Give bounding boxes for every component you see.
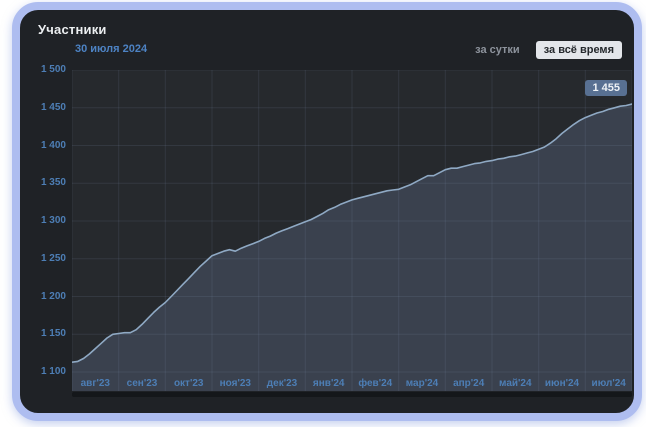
x-axis-tick: дек'23 bbox=[267, 378, 298, 389]
stats-panel: Участники 30 июля 2024 за сутки за всё в… bbox=[20, 10, 634, 413]
all-time-toggle[interactable]: за всё время bbox=[536, 41, 622, 59]
y-axis-tick: 1 400 bbox=[20, 139, 66, 153]
y-axis-tick: 1 450 bbox=[20, 101, 66, 115]
y-axis-tick: 1 500 bbox=[20, 63, 66, 77]
per-day-toggle[interactable]: за сутки bbox=[475, 44, 520, 56]
y-axis-tick: 1 350 bbox=[20, 176, 66, 190]
members-area-chart[interactable]: авг'23 сен'23 окт'23 ноя'23 дек'23 янв'24 фев'… bbox=[72, 70, 632, 391]
x-axis-tick: май'24 bbox=[499, 378, 532, 389]
x-axis-tick: авг'23 bbox=[81, 378, 111, 389]
selected-date-label: 30 июля 2024 bbox=[75, 43, 147, 55]
y-axis-tick: 1 150 bbox=[20, 327, 66, 341]
value-tooltip: 1 455 bbox=[585, 80, 627, 96]
x-axis-tick: сен'23 bbox=[127, 378, 158, 389]
x-axis-tick: янв'24 bbox=[313, 378, 345, 389]
x-axis-tick: апр'24 bbox=[453, 378, 485, 389]
y-axis-tick: 1 250 bbox=[20, 252, 66, 266]
chart-plot[interactable]: авг'23 сен'23 окт'23 ноя'23 дек'23 янв'24 фев'… bbox=[72, 70, 632, 391]
scroll-strip[interactable] bbox=[72, 392, 632, 397]
time-range-toolbar: за сутки за всё время bbox=[475, 41, 622, 59]
x-axis-tick: июн'24 bbox=[545, 378, 580, 389]
x-axis-tick: окт'23 bbox=[174, 378, 204, 389]
x-axis-tick: ноя'23 bbox=[220, 378, 252, 389]
y-axis-tick: 1 200 bbox=[20, 290, 66, 304]
y-axis: 1 500 1 450 1 400 1 350 1 300 1 250 1 200 1 150… bbox=[20, 10, 66, 413]
x-axis-tick: фев'24 bbox=[358, 377, 392, 389]
x-axis-tick: мар'24 bbox=[406, 378, 439, 389]
y-axis-tick: 1 100 bbox=[20, 365, 66, 379]
window-frame: Участники 30 июля 2024 за сутки за всё в… bbox=[12, 2, 642, 421]
x-axis-tick: июл'24 bbox=[592, 378, 627, 389]
y-axis-tick: 1 300 bbox=[20, 214, 66, 228]
